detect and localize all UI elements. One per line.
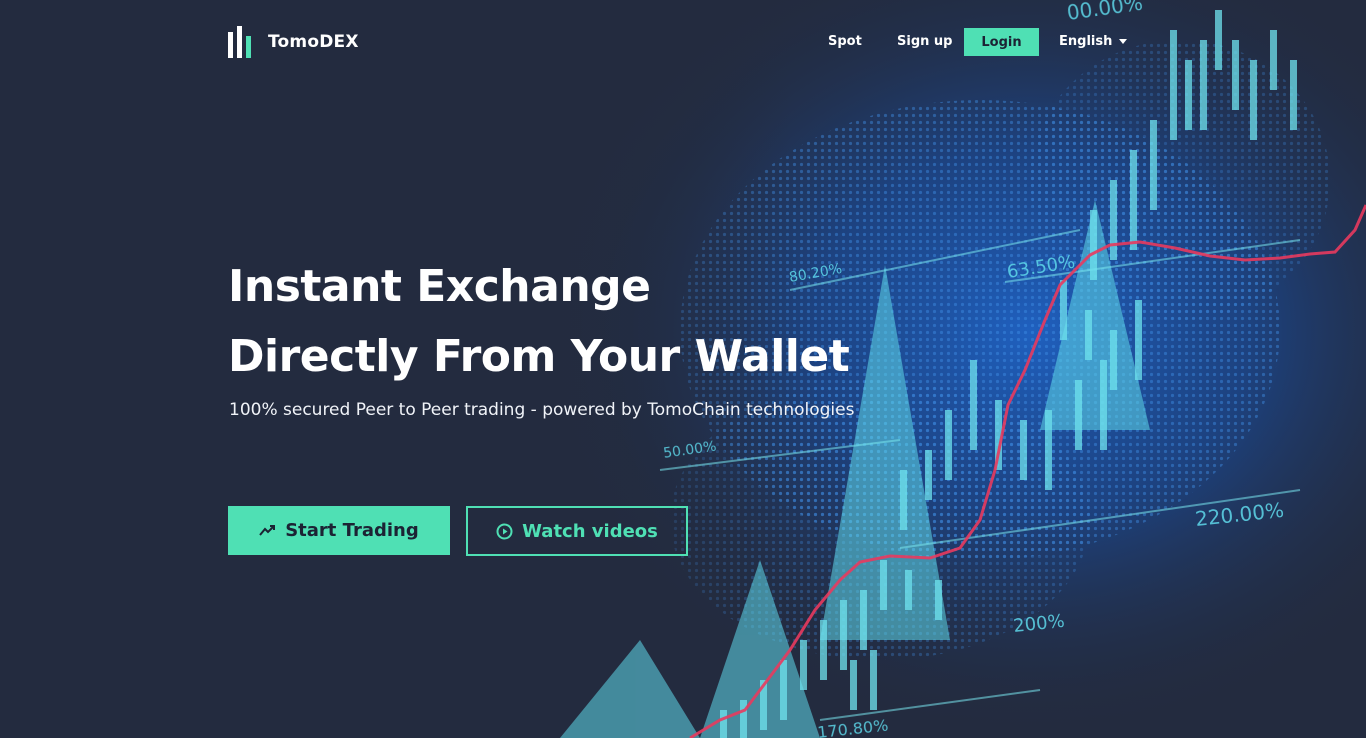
start-trading-button[interactable]: Start Trading (228, 506, 450, 555)
top-navbar: TomoDEX Spot Sign up Login English (0, 0, 1366, 84)
hero-subheadline: 100% secured Peer to Peer trading - powe… (229, 400, 855, 420)
language-label: English (1059, 34, 1113, 49)
nav-spot-link[interactable]: Spot (828, 34, 862, 49)
watch-videos-label: Watch videos (522, 520, 658, 542)
headline-line-1: Instant Exchange (228, 261, 651, 312)
hero-headline: Instant Exchange Directly From Your Wall… (228, 252, 850, 392)
trending-icon (259, 524, 276, 537)
headline-line-2: Directly From Your Wallet (228, 331, 850, 382)
login-button[interactable]: Login (964, 28, 1039, 56)
nav-signup-link[interactable]: Sign up (897, 34, 952, 49)
start-trading-label: Start Trading (285, 520, 419, 541)
language-selector[interactable]: English (1059, 34, 1128, 49)
play-circle-icon (496, 523, 513, 540)
chevron-down-icon (1119, 39, 1128, 44)
nav-links: Spot Sign up Login English (0, 28, 1366, 56)
watch-videos-button[interactable]: Watch videos (466, 506, 688, 556)
